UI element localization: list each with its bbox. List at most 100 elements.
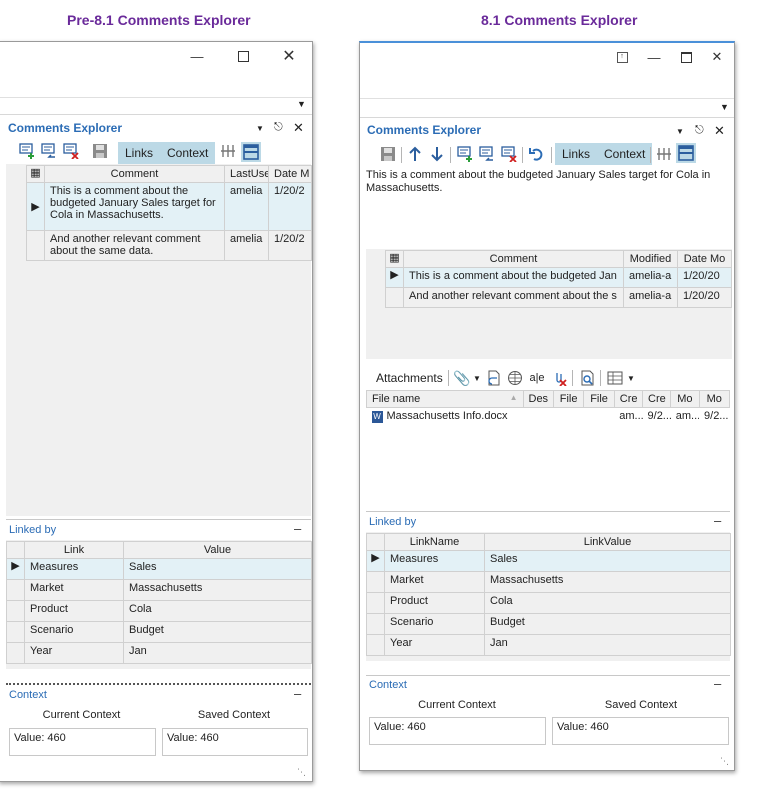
table-row[interactable]: Scenario Budget	[6, 621, 312, 643]
value-cell[interactable]: Jan	[123, 642, 312, 664]
column-header[interactable]: File name ▲	[366, 390, 524, 408]
restore-button[interactable]: ↑	[610, 43, 634, 71]
resize-grip-icon[interactable]: ⋱	[720, 756, 729, 767]
value-cell[interactable]: Sales	[484, 550, 731, 572]
column-header[interactable]: Date Mo	[677, 250, 732, 268]
column-header[interactable]: Cre	[642, 390, 672, 408]
column-header[interactable]: Comment	[403, 250, 624, 268]
view-options-icon[interactable]	[606, 369, 624, 387]
table-row[interactable]: Market Massachusetts	[6, 579, 312, 601]
resize-grip-icon[interactable]: ⋱	[297, 767, 306, 778]
value-cell[interactable]: Budget	[123, 621, 312, 643]
reply-comment-icon[interactable]	[478, 145, 496, 163]
table-row[interactable]: ▶ This is a comment about the budgeted J…	[385, 267, 732, 288]
link-cell[interactable]: Market	[384, 571, 485, 593]
save-icon[interactable]	[379, 145, 397, 163]
overflow-chevron-icon[interactable]: ▼	[297, 99, 306, 109]
column-header[interactable]: Date M	[268, 165, 312, 183]
link-cell[interactable]: Scenario	[384, 613, 485, 635]
table-row[interactable]: Product Cola	[6, 600, 312, 622]
table-row[interactable]: W Massachusetts Info.docx am... 9/2... am…	[367, 408, 730, 428]
table-row[interactable]: Market Massachusetts	[366, 571, 731, 593]
comment-cell[interactable]: This is a comment about the budgeted Jan…	[44, 182, 225, 231]
delete-comment-icon[interactable]	[62, 142, 80, 160]
current-context-value[interactable]: Value: 460	[369, 717, 546, 745]
splitter[interactable]	[6, 683, 311, 685]
minimize-button[interactable]: —	[185, 42, 209, 70]
layout-toggle-icon[interactable]	[241, 142, 261, 162]
pin-icon[interactable]: ⎋	[695, 124, 704, 137]
user-cell[interactable]: amelia-a	[623, 287, 678, 308]
column-header[interactable]: File	[552, 390, 585, 408]
view-options-chevron-icon[interactable]: ▼	[627, 374, 635, 383]
value-cell[interactable]: Massachusetts	[123, 579, 312, 601]
collapse-context-button[interactable]: –	[294, 686, 301, 701]
saved-context-value[interactable]: Value: 460	[552, 717, 729, 745]
comment-cell[interactable]: And another relevant comment about the s…	[44, 230, 225, 261]
pane-close-icon[interactable]: ✕	[714, 123, 725, 139]
context-tab[interactable]: Context	[160, 146, 215, 160]
minimize-button[interactable]: —	[642, 43, 666, 71]
comment-cell[interactable]: And another relevant comment about the s	[403, 287, 624, 308]
preview-icon[interactable]	[578, 369, 596, 387]
column-header[interactable]: LinkName	[384, 533, 485, 551]
collapse-linked-by-button[interactable]: –	[714, 513, 721, 528]
pin-icon[interactable]: ⎋	[274, 121, 283, 134]
links-tab[interactable]: Links	[555, 147, 597, 161]
date-cell[interactable]: 1/20/2	[268, 182, 312, 231]
context-tab[interactable]: Context	[597, 147, 652, 161]
table-row[interactable]: ▶ Measures Sales	[366, 550, 731, 572]
value-cell[interactable]: Sales	[123, 558, 312, 580]
attach-dropdown-chevron-icon[interactable]: ▼	[473, 374, 481, 383]
current-context-value[interactable]: Value: 460	[9, 728, 156, 756]
rename-icon[interactable]: a|e	[528, 369, 546, 387]
comment-text-editor[interactable]: This is a comment about the budgeted Jan…	[366, 169, 726, 249]
column-header[interactable]: Mo	[670, 390, 700, 408]
column-header[interactable]: File	[583, 390, 615, 408]
file-name-cell[interactable]: W Massachusetts Info.docx	[367, 408, 524, 428]
column-header[interactable]: Comment	[44, 165, 225, 183]
link-cell[interactable]: Year	[24, 642, 124, 664]
link-cell[interactable]: Product	[24, 600, 124, 622]
move-down-icon[interactable]	[428, 145, 446, 163]
add-comment-icon[interactable]	[456, 145, 474, 163]
undo-icon[interactable]	[528, 145, 546, 163]
attach-link-icon[interactable]	[506, 369, 524, 387]
value-cell[interactable]: Massachusetts	[484, 571, 731, 593]
links-context-toggle[interactable]: Links Context	[555, 143, 653, 165]
column-header[interactable]: Cre	[613, 390, 644, 408]
link-cell[interactable]: Measures	[384, 550, 485, 572]
column-header[interactable]: LinkValue	[484, 533, 731, 551]
column-header[interactable]: Des	[522, 390, 554, 408]
user-cell[interactable]: amelia	[224, 182, 269, 231]
date-cell[interactable]: 1/20/20	[677, 287, 732, 308]
pane-close-icon[interactable]: ✕	[293, 120, 304, 136]
column-chooser-icon[interactable]: ▦	[385, 250, 404, 268]
pane-menu-chevron-icon[interactable]: ▼	[676, 127, 684, 136]
user-cell[interactable]: amelia	[224, 230, 269, 261]
maximize-button[interactable]	[231, 42, 255, 70]
collapse-context-button[interactable]: –	[714, 676, 721, 691]
value-cell[interactable]: Jan	[484, 634, 731, 656]
link-cell[interactable]: Product	[384, 592, 485, 614]
remove-attachment-icon[interactable]	[550, 369, 568, 387]
link-cell[interactable]: Scenario	[24, 621, 124, 643]
link-cell[interactable]: Measures	[24, 558, 124, 580]
value-cell[interactable]: Cola	[123, 600, 312, 622]
tree-view-icon[interactable]	[655, 145, 673, 163]
table-row[interactable]: Product Cola	[366, 592, 731, 614]
link-cell[interactable]: Year	[384, 634, 485, 656]
user-cell[interactable]: amelia-a	[623, 267, 678, 288]
column-chooser-icon[interactable]: ▦	[26, 165, 45, 183]
overflow-chevron-icon[interactable]: ▼	[720, 102, 729, 112]
layout-toggle-icon[interactable]	[676, 143, 696, 163]
close-button[interactable]: ✕	[277, 42, 301, 70]
table-row[interactable]: Year Jan	[366, 634, 731, 656]
save-icon[interactable]	[91, 142, 109, 160]
table-row[interactable]: ▶ This is a comment about the budgeted J…	[26, 182, 312, 231]
add-comment-icon[interactable]	[18, 142, 36, 160]
comment-cell[interactable]: This is a comment about the budgeted Jan	[403, 267, 624, 288]
column-header[interactable]: Modified	[623, 250, 678, 268]
link-cell[interactable]: Market	[24, 579, 124, 601]
attach-file-icon[interactable]	[485, 369, 503, 387]
